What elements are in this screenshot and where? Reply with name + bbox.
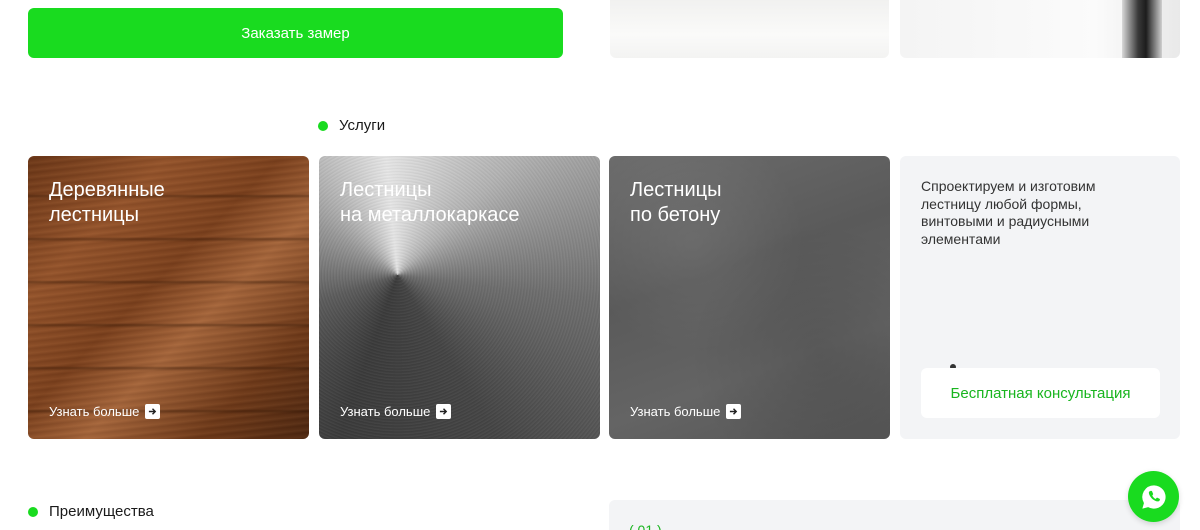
- image-frame-detail: [1122, 0, 1162, 58]
- arrow-right-icon: [436, 404, 452, 419]
- learn-more-link[interactable]: Узнать больше: [49, 404, 161, 419]
- green-dot-icon: [318, 120, 328, 131]
- service-card-concrete[interactable]: Лестницы по бетону Узнать больше: [609, 156, 890, 439]
- learn-more-text: Узнать больше: [49, 404, 140, 419]
- service-description: Спроектируем и изготовим лестницу любой …: [921, 178, 1096, 247]
- advantages-section-label: Преимущества: [28, 503, 154, 520]
- learn-more-text: Узнать больше: [340, 404, 431, 419]
- advantages-label-text: Преимущества: [49, 503, 154, 520]
- top-gallery-image-1: [610, 0, 889, 58]
- service-card-wood[interactable]: Деревянные лестницы Узнать больше: [28, 156, 309, 439]
- service-info-card: Спроектируем и изготовим лестницу любой …: [900, 156, 1180, 439]
- card-title: Лестницы по бетону: [630, 179, 722, 226]
- arrow-right-icon: [726, 404, 742, 419]
- top-gallery-image-2: [900, 0, 1180, 58]
- whatsapp-button[interactable]: [1128, 471, 1179, 522]
- services-label-text: Услуги: [339, 117, 386, 134]
- service-card-metal[interactable]: Лестницы на металлокаркасе Узнать больше: [319, 156, 600, 439]
- learn-more-text: Узнать больше: [630, 404, 721, 419]
- free-consultation-button[interactable]: Бесплатная консультация: [921, 368, 1160, 418]
- services-section-label: Услуги: [318, 117, 385, 134]
- arrow-right-icon: [145, 404, 161, 419]
- green-dot-icon: [28, 506, 38, 517]
- whatsapp-icon: [1141, 484, 1166, 509]
- card-title: Лестницы на металлокаркасе: [340, 179, 520, 226]
- order-measurement-button[interactable]: Заказать замер: [28, 8, 563, 58]
- advantage-panel: ( 01 ): [609, 500, 1180, 530]
- learn-more-link[interactable]: Узнать больше: [630, 404, 742, 419]
- learn-more-link[interactable]: Узнать больше: [340, 404, 452, 419]
- card-title: Деревянные лестницы: [49, 179, 165, 226]
- advantage-number: ( 01 ): [629, 522, 662, 530]
